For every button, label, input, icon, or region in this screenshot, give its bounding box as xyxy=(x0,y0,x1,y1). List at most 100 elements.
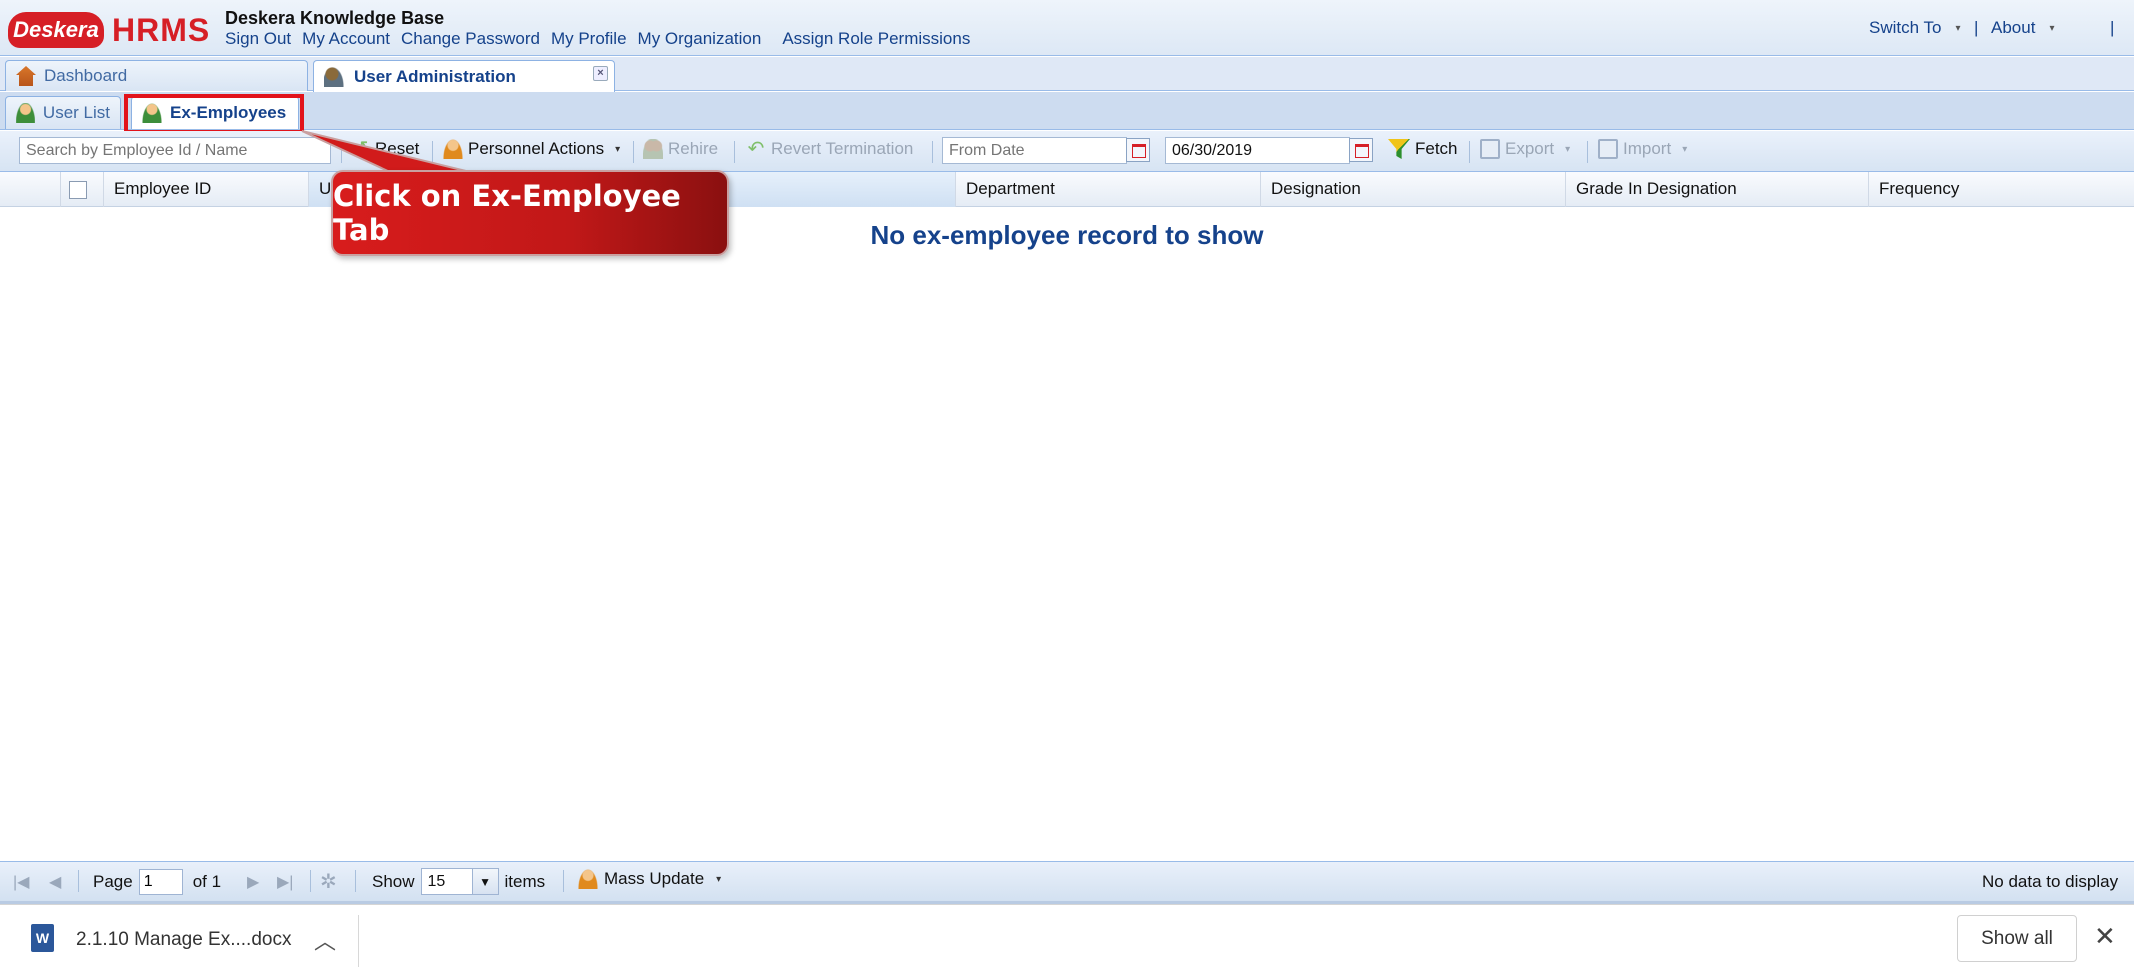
items-label: items xyxy=(504,871,546,891)
top-nav-links: Sign Out My Account Change Password My P… xyxy=(225,29,970,49)
toolbar-separator xyxy=(1587,141,1588,163)
page-size-control: Show 15 ▼ items xyxy=(372,868,545,895)
export-icon xyxy=(1480,139,1500,159)
chevron-down-icon: ▾ xyxy=(1682,143,1688,155)
sign-out-link[interactable]: Sign Out xyxy=(225,29,291,49)
personnel-icon xyxy=(443,139,463,159)
column-department[interactable]: Department xyxy=(956,172,1261,207)
export-label: Export xyxy=(1505,139,1555,158)
about-menu[interactable]: About ▾ xyxy=(1991,18,2054,38)
logo-cloud: Deskera xyxy=(8,12,104,48)
mass-update-label: Mass Update xyxy=(604,869,705,888)
empty-grid-message: No ex-employee record to show xyxy=(870,220,1264,250)
paging-separator xyxy=(355,870,356,892)
paging-separator xyxy=(310,870,311,892)
main-tab-strip: Dashboard User Administration × xyxy=(0,57,2134,92)
chevron-down-icon: ▾ xyxy=(1565,143,1571,155)
from-date-input[interactable] xyxy=(942,137,1127,164)
paging-status: No data to display xyxy=(1982,872,2119,891)
deskera-logo[interactable]: Deskera HRMS xyxy=(8,10,210,50)
download-file-name[interactable]: 2.1.10 Manage Ex....docx xyxy=(76,929,291,951)
personnel-actions-button[interactable]: Personnel Actions ▾ xyxy=(443,139,620,159)
grid-toolbar: ↺ Reset Personnel Actions ▾ Rehire ↶ Rev… xyxy=(0,131,2134,172)
column-frequency[interactable]: Frequency xyxy=(1869,172,2134,207)
tab-user-list-label: User List xyxy=(42,103,110,122)
my-profile-link[interactable]: My Profile xyxy=(551,29,627,49)
import-icon xyxy=(1598,139,1618,159)
logo-brand: HRMS xyxy=(112,11,211,48)
chevron-down-icon: ▾ xyxy=(1955,22,1961,34)
toolbar-separator xyxy=(932,141,933,163)
select-all-checkbox[interactable] xyxy=(69,181,87,199)
reset-icon: ↺ xyxy=(351,138,369,160)
filter-icon xyxy=(1388,139,1410,159)
column-designation[interactable]: Designation xyxy=(1261,172,1566,207)
import-button[interactable]: Import ▾ xyxy=(1598,139,1687,159)
next-page-icon[interactable]: ▶ xyxy=(247,872,259,892)
toolbar-separator xyxy=(633,141,634,163)
reset-label: Reset xyxy=(375,139,420,158)
to-date-input[interactable] xyxy=(1165,137,1350,164)
my-account-link[interactable]: My Account xyxy=(302,29,390,49)
row-number-column xyxy=(0,172,61,207)
chevron-down-icon: ▼ xyxy=(471,869,498,894)
show-all-button[interactable]: Show all xyxy=(1957,915,2077,962)
tab-user-administration-label: User Administration xyxy=(354,66,516,86)
download-separator xyxy=(358,915,359,967)
refresh-icon[interactable]: ✲ xyxy=(320,869,337,894)
rehire-label: Rehire xyxy=(668,139,719,158)
page-count-label: of 1 xyxy=(192,872,222,891)
last-page-icon[interactable]: ▶| xyxy=(277,872,293,892)
toolbar-separator xyxy=(341,141,342,163)
person-icon xyxy=(16,103,35,123)
search-input[interactable] xyxy=(19,137,331,164)
ex-employees-highlight xyxy=(124,94,304,134)
calendar-icon[interactable] xyxy=(1126,138,1150,162)
fetch-button[interactable]: Fetch xyxy=(1388,139,1458,159)
revert-termination-label: Revert Termination xyxy=(771,139,914,158)
page-label: Page xyxy=(93,872,133,891)
change-password-link[interactable]: Change Password xyxy=(401,29,540,49)
chevron-up-icon[interactable]: ︿ xyxy=(314,924,336,956)
revert-icon: ↶ xyxy=(747,138,765,160)
previous-page-icon[interactable]: ◀ xyxy=(49,872,61,892)
tab-dashboard[interactable]: Dashboard xyxy=(5,60,308,91)
page-navigator: Page of 1 xyxy=(93,869,221,895)
revert-termination-button[interactable]: ↶ Revert Termination xyxy=(746,138,914,160)
header-separator-end: | xyxy=(2110,18,2115,37)
calendar-icon[interactable] xyxy=(1349,138,1373,162)
close-icon[interactable]: ✕ xyxy=(2094,921,2116,952)
header-separator: | xyxy=(1974,18,1979,37)
chevron-down-icon: ▾ xyxy=(716,873,722,885)
rehire-button[interactable]: Rehire xyxy=(643,139,718,159)
first-page-icon[interactable]: |◀ xyxy=(13,872,29,892)
import-label: Import xyxy=(1623,139,1672,158)
close-icon[interactable]: × xyxy=(593,66,608,81)
admin-icon xyxy=(324,66,344,87)
chevron-down-icon: ▾ xyxy=(615,143,621,155)
toolbar-separator xyxy=(1469,141,1470,163)
toolbar-separator xyxy=(734,141,735,163)
switch-to-link[interactable]: Switch To xyxy=(1869,18,1941,38)
switch-to-menu[interactable]: Switch To ▾ xyxy=(1869,18,1960,38)
column-grade-in-designation[interactable]: Grade In Designation xyxy=(1566,172,1869,207)
show-label: Show xyxy=(372,871,415,891)
export-button[interactable]: Export ▾ xyxy=(1480,139,1570,159)
word-document-icon: W xyxy=(31,924,54,952)
about-link[interactable]: About xyxy=(1991,18,2035,38)
page-number-input[interactable] xyxy=(138,869,183,895)
page-size-value: 15 xyxy=(427,872,446,890)
column-employee-id[interactable]: Employee ID xyxy=(104,172,309,207)
page-size-select[interactable]: 15 ▼ xyxy=(420,868,499,895)
tab-user-list[interactable]: User List xyxy=(5,96,121,129)
my-organization-link[interactable]: My Organization xyxy=(638,29,762,49)
mass-update-icon xyxy=(578,869,598,889)
tab-user-administration[interactable]: User Administration × xyxy=(313,60,615,92)
assign-role-permissions-link[interactable]: Assign Role Permissions xyxy=(782,29,970,49)
sub-tab-strip: User List Ex-Employees xyxy=(0,92,2134,130)
reset-button[interactable]: ↺ Reset xyxy=(350,138,420,160)
instruction-callout: Click on Ex-Employee Tab xyxy=(331,170,729,256)
mass-update-button[interactable]: Mass Update ▾ xyxy=(578,869,721,889)
rehire-icon xyxy=(643,139,663,159)
personnel-actions-label: Personnel Actions xyxy=(468,139,605,158)
